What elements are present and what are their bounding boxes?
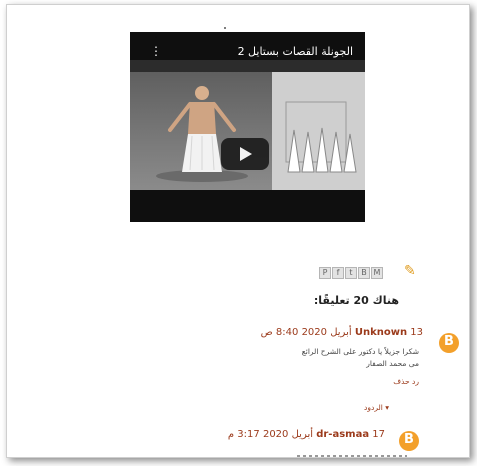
comment-author[interactable]: Unknown <box>355 327 407 338</box>
video-more-icon[interactable]: ⋮ <box>150 45 162 57</box>
facebook-icon[interactable]: f <box>332 267 344 279</box>
comment-header: 17 dr-asmaa أبريل 2020 3:17 م <box>228 429 385 440</box>
play-button[interactable] <box>221 138 269 170</box>
comment-date[interactable]: أبريل 2020 8:40 ص <box>261 327 352 338</box>
avatar[interactable] <box>399 431 419 451</box>
video-title[interactable]: الجونلة القصات بستايل 2 <box>238 45 353 58</box>
mannequin-figure <box>156 86 248 182</box>
replies-toggle-label: الردود <box>364 403 383 412</box>
avatar[interactable] <box>439 333 459 353</box>
video-embed[interactable]: ⋮ الجونلة القصات بستايل 2 <box>130 32 365 222</box>
pattern-pieces <box>285 101 357 173</box>
comment-text: شكرا جزيلاً يا دكتور على الشرح الرائع <box>301 347 419 356</box>
pinterest-icon[interactable]: P <box>319 267 331 279</box>
video-app-toolbar <box>130 60 365 72</box>
video-pattern-view <box>272 72 365 190</box>
separator-dot <box>224 27 226 29</box>
comment-header: 13 Unknown أبريل 2020 8:40 ص <box>261 327 423 338</box>
twitter-icon[interactable]: t <box>345 267 357 279</box>
reply-delete-links[interactable]: رد حذف <box>393 377 419 386</box>
email-icon[interactable]: M <box>371 267 383 279</box>
comment-text-cutoff <box>297 455 407 457</box>
comment-author[interactable]: dr-asmaa <box>316 429 369 440</box>
comment-day: 13 <box>410 327 423 338</box>
caret-down-icon: ▾ <box>385 403 389 412</box>
comments-count-heading: هناك 20 تعليقًا: <box>313 294 399 307</box>
edit-pencil-icon[interactable]: ✎ <box>404 263 416 279</box>
video-thumbnail <box>130 60 365 190</box>
comment-signature: مى محمد الصفار <box>366 359 419 368</box>
share-buttons: P f t B M <box>319 267 383 279</box>
comment-date[interactable]: أبريل 2020 3:17 م <box>228 429 313 440</box>
video-3d-view <box>130 72 272 190</box>
page-frame: ⋮ الجونلة القصات بستايل 2 P f t B M ✎ هن… <box>6 4 470 458</box>
replies-toggle[interactable]: ▾ الردود <box>364 403 389 412</box>
comment-day: 17 <box>372 429 385 440</box>
blogthis-icon[interactable]: B <box>358 267 370 279</box>
